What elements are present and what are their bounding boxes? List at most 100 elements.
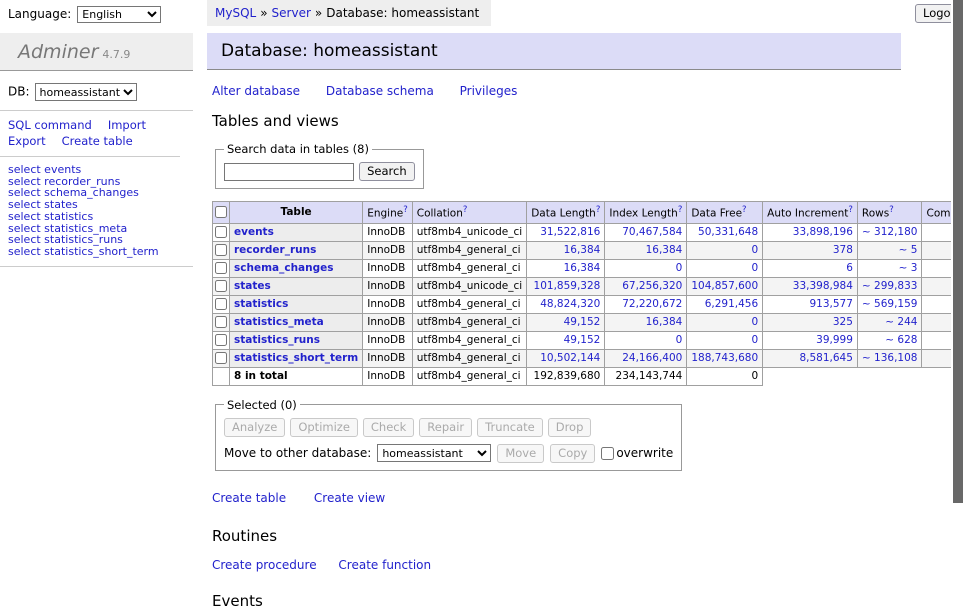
table-name-link[interactable]: statistics_meta: [234, 316, 324, 328]
language-select[interactable]: English: [77, 6, 161, 23]
repair-button[interactable]: Repair: [419, 418, 472, 437]
table-cell-link[interactable]: 48,824,320: [540, 298, 600, 310]
table-cell-link[interactable]: 378: [833, 244, 853, 256]
breadcrumb-separator: »: [315, 6, 322, 20]
row-checkbox[interactable]: [215, 226, 227, 238]
table-cell-link[interactable]: 16,384: [564, 244, 601, 256]
table-cell-link[interactable]: 0: [751, 244, 758, 256]
table-cell-link[interactable]: ~ 244: [885, 316, 917, 328]
data-free-cell: 6,291,456: [687, 295, 763, 313]
table-cell-link[interactable]: 0: [751, 316, 758, 328]
table-cell-link[interactable]: ~ 628: [885, 334, 917, 346]
table-cell-link[interactable]: 0: [676, 262, 683, 274]
overwrite-checkbox[interactable]: [601, 447, 614, 460]
table-cell-link[interactable]: 0: [751, 262, 758, 274]
table-cell-link[interactable]: 39,999: [816, 334, 853, 346]
column-help-link[interactable]: ?: [848, 205, 853, 215]
table-cell-link[interactable]: 6: [846, 262, 853, 274]
column-help-link[interactable]: ?: [889, 205, 894, 215]
table-name-link[interactable]: statistics: [234, 298, 288, 310]
row-checkbox[interactable]: [215, 352, 227, 364]
select-all-checkbox[interactable]: [215, 206, 227, 218]
table-cell-link[interactable]: ~ 3: [899, 262, 918, 274]
table-cell-link[interactable]: 0: [676, 334, 683, 346]
breadcrumb-server-link[interactable]: Server: [272, 6, 311, 20]
optimize-button[interactable]: Optimize: [290, 418, 358, 437]
table-cell-link[interactable]: 10,502,144: [540, 352, 600, 364]
table-name-link[interactable]: statistics_short_term: [234, 352, 358, 364]
create-table-link[interactable]: Create table: [212, 491, 286, 505]
vertical-scrollbar[interactable]: [951, 0, 966, 543]
check-button[interactable]: Check: [363, 418, 414, 437]
table-name-link[interactable]: recorder_runs: [234, 244, 316, 256]
table-cell-link[interactable]: 188,743,680: [691, 352, 758, 364]
table-cell-link[interactable]: 104,857,600: [691, 280, 758, 292]
row-checkbox[interactable]: [215, 262, 227, 274]
move-button[interactable]: Move: [497, 444, 544, 463]
create-view-link[interactable]: Create view: [314, 491, 385, 505]
table-cell-link[interactable]: 8,581,645: [799, 352, 852, 364]
column-help-link[interactable]: ?: [596, 205, 601, 215]
table-cell-link[interactable]: 0: [751, 334, 758, 346]
table-cell-link[interactable]: ~ 136,108: [862, 352, 918, 364]
table-name-link[interactable]: statistics_runs: [234, 334, 320, 346]
truncate-button[interactable]: Truncate: [477, 418, 543, 437]
import-link[interactable]: Import: [108, 118, 146, 132]
db-select[interactable]: homeassistant: [35, 83, 137, 101]
table-cell-link[interactable]: ~ 5: [899, 244, 918, 256]
engine-cell: InnoDB: [363, 295, 413, 313]
table-name-link[interactable]: states: [234, 280, 271, 292]
move-database-select[interactable]: homeassistant: [377, 444, 491, 462]
table-cell-link[interactable]: 16,384: [646, 316, 683, 328]
total-collation-cell: utf8mb4_general_ci: [412, 367, 526, 385]
sidebar-select-link[interactable]: select events: [8, 164, 185, 176]
table-cell-link[interactable]: ~ 312,180: [862, 226, 918, 238]
row-checkbox[interactable]: [215, 280, 227, 292]
row-checkbox[interactable]: [215, 244, 227, 256]
table-cell-link[interactable]: 72,220,672: [622, 298, 682, 310]
table-cell-link[interactable]: 33,398,984: [793, 280, 853, 292]
table-cell-link[interactable]: 325: [833, 316, 853, 328]
row-checkbox[interactable]: [215, 298, 227, 310]
table-cell-link[interactable]: 16,384: [564, 262, 601, 274]
table-cell-link[interactable]: 50,331,648: [698, 226, 758, 238]
table-cell-link[interactable]: ~ 299,833: [862, 280, 918, 292]
column-help-link[interactable]: ?: [403, 205, 408, 215]
table-name-link[interactable]: events: [234, 226, 274, 238]
export-link[interactable]: Export: [8, 134, 46, 148]
row-checkbox[interactable]: [215, 316, 227, 328]
table-cell-link[interactable]: 49,152: [564, 316, 601, 328]
sidebar-select-link[interactable]: select statistics_short_term: [8, 246, 185, 258]
column-help-link[interactable]: ?: [678, 205, 683, 215]
privileges-link[interactable]: Privileges: [460, 84, 518, 98]
column-help-link[interactable]: ?: [463, 205, 468, 215]
create-table-link-sidebar[interactable]: Create table: [62, 134, 133, 148]
column-help-link[interactable]: ?: [742, 205, 747, 215]
table-cell-link[interactable]: 6,291,456: [705, 298, 758, 310]
scrollbar-thumb[interactable]: [953, 0, 963, 503]
database-schema-link[interactable]: Database schema: [326, 84, 434, 98]
sidebar-select-link[interactable]: select statistics: [8, 211, 185, 223]
table-cell-link[interactable]: 67,256,320: [622, 280, 682, 292]
table-cell-link[interactable]: 16,384: [646, 244, 683, 256]
table-cell-link[interactable]: 24,166,400: [622, 352, 682, 364]
analyze-button[interactable]: Analyze: [224, 418, 285, 437]
row-checkbox[interactable]: [215, 334, 227, 346]
create-function-link[interactable]: Create function: [338, 558, 431, 572]
breadcrumb-mysql-link[interactable]: MySQL: [215, 6, 256, 20]
table-cell-link[interactable]: 913,577: [810, 298, 853, 310]
table-cell-link[interactable]: 31,522,816: [540, 226, 600, 238]
table-cell-link[interactable]: ~ 569,159: [862, 298, 918, 310]
table-cell-link[interactable]: 70,467,584: [622, 226, 682, 238]
table-cell-link[interactable]: 101,859,328: [534, 280, 601, 292]
create-procedure-link[interactable]: Create procedure: [212, 558, 317, 572]
alter-database-link[interactable]: Alter database: [212, 84, 300, 98]
table-cell-link[interactable]: 33,898,196: [793, 226, 853, 238]
copy-button[interactable]: Copy: [550, 444, 595, 463]
search-input[interactable]: [224, 163, 354, 181]
search-button[interactable]: Search: [359, 162, 415, 181]
sql-command-link[interactable]: SQL command: [8, 118, 92, 132]
table-name-link[interactable]: schema_changes: [234, 262, 334, 274]
table-cell-link[interactable]: 49,152: [564, 334, 601, 346]
drop-button[interactable]: Drop: [548, 418, 592, 437]
